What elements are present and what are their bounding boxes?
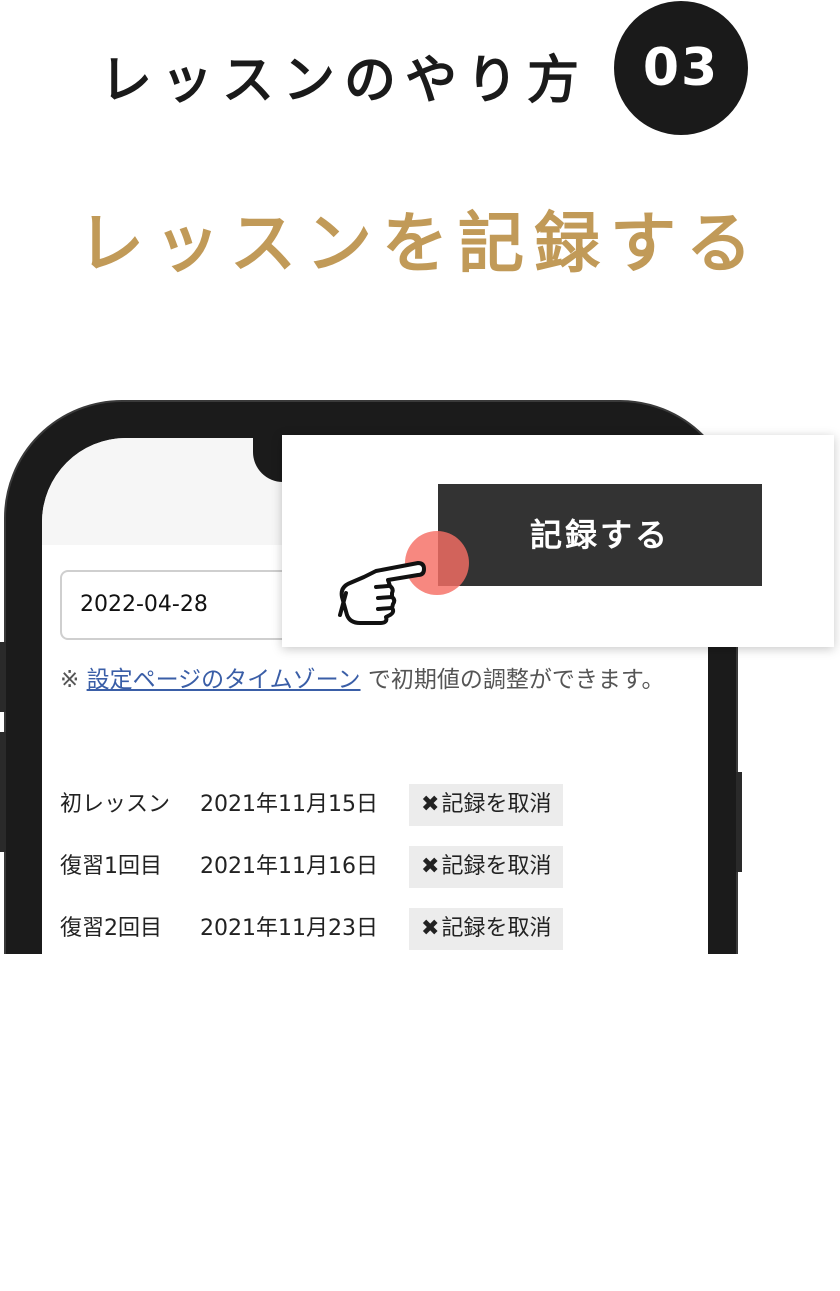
close-icon: ✖ [421, 916, 440, 941]
close-icon: ✖ [421, 854, 440, 879]
record-date: 2021年11月15日 [200, 792, 378, 817]
record-row: 復習1回目 2021年11月16日 ✖記録を取消 [60, 846, 680, 888]
record-lesson-button[interactable]: 記録する [438, 484, 762, 586]
record-label: 復習2回目 [60, 916, 162, 941]
cancel-record-button[interactable]: ✖記録を取消 [409, 908, 564, 950]
page-heading: レッスンのやり方 [100, 51, 589, 111]
section-subtitle: レッスンを記録する [78, 205, 762, 282]
pointing-hand-icon [338, 561, 426, 625]
note-prefix: ※ [60, 667, 87, 693]
step-number-badge: 03 [614, 1, 748, 135]
note-suffix: で初期値の調整ができます。 [360, 667, 665, 693]
cancel-record-label: 記録を取消 [441, 854, 552, 879]
record-label: 復習1回目 [60, 854, 162, 879]
phone-side-button [0, 732, 6, 852]
record-date: 2021年11月16日 [200, 854, 378, 879]
cancel-record-label: 記録を取消 [441, 916, 552, 941]
phone-side-button [0, 642, 6, 712]
record-row: 初レッスン 2021年11月15日 ✖記録を取消 [60, 784, 680, 826]
record-date: 2021年11月23日 [200, 916, 378, 941]
phone-side-button [736, 772, 742, 872]
record-popup: 記録する [282, 435, 834, 647]
record-row: 復習2回目 2021年11月23日 ✖記録を取消 [60, 908, 680, 950]
timezone-settings-link[interactable]: 設定ページのタイムゾーン [87, 667, 361, 693]
cancel-record-label: 記録を取消 [441, 792, 552, 817]
cancel-record-button[interactable]: ✖記録を取消 [409, 784, 564, 826]
cancel-record-button[interactable]: ✖記録を取消 [409, 846, 564, 888]
record-label: 初レッスン [60, 792, 171, 817]
close-icon: ✖ [421, 792, 440, 817]
timezone-note: ※ 設定ページのタイムゾーン で初期値の調整ができます。 [60, 660, 680, 700]
